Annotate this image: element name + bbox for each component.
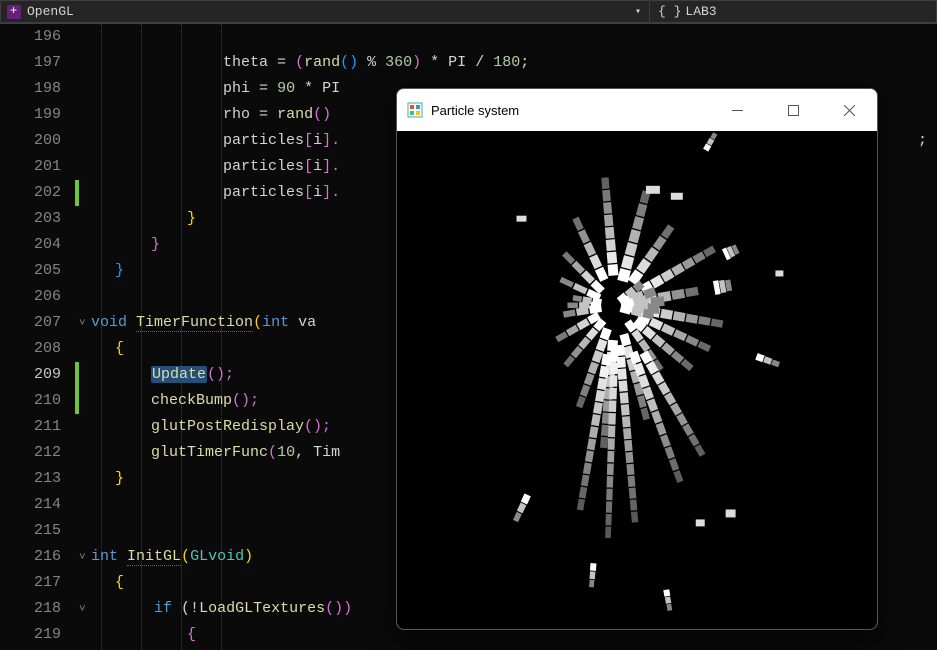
minimize-button[interactable] (709, 89, 765, 131)
maximize-button[interactable] (765, 89, 821, 131)
close-button[interactable] (821, 89, 877, 131)
fold-toggle[interactable]: ˅ (79, 597, 91, 623)
member-dropdown[interactable]: { } LAB3 (650, 0, 937, 23)
particle-canvas (397, 131, 877, 629)
fold-toggle[interactable]: ˅ (79, 311, 91, 337)
member-label: LAB3 (685, 4, 716, 19)
line-number-gutter: 1961971981992002012022032042052062072082… (0, 24, 75, 650)
chevron-down-icon: ▾ (635, 6, 641, 18)
project-icon (7, 5, 21, 19)
fold-toggle[interactable]: ˅ (79, 545, 91, 571)
window-title: Particle system (431, 103, 709, 118)
navigation-bar: OpenGL ▾ { } LAB3 (0, 0, 937, 24)
window-titlebar[interactable]: Particle system (397, 89, 877, 131)
scope-dropdown[interactable]: OpenGL ▾ (0, 0, 650, 23)
app-icon (407, 102, 423, 118)
namespace-icon: { } (658, 4, 681, 19)
code-line[interactable]: theta = (rand() % 360) * PI / 180; (79, 50, 937, 76)
particle-system-window[interactable]: Particle system (396, 88, 878, 630)
scope-label: OpenGL (27, 4, 74, 19)
code-line[interactable] (79, 24, 937, 50)
